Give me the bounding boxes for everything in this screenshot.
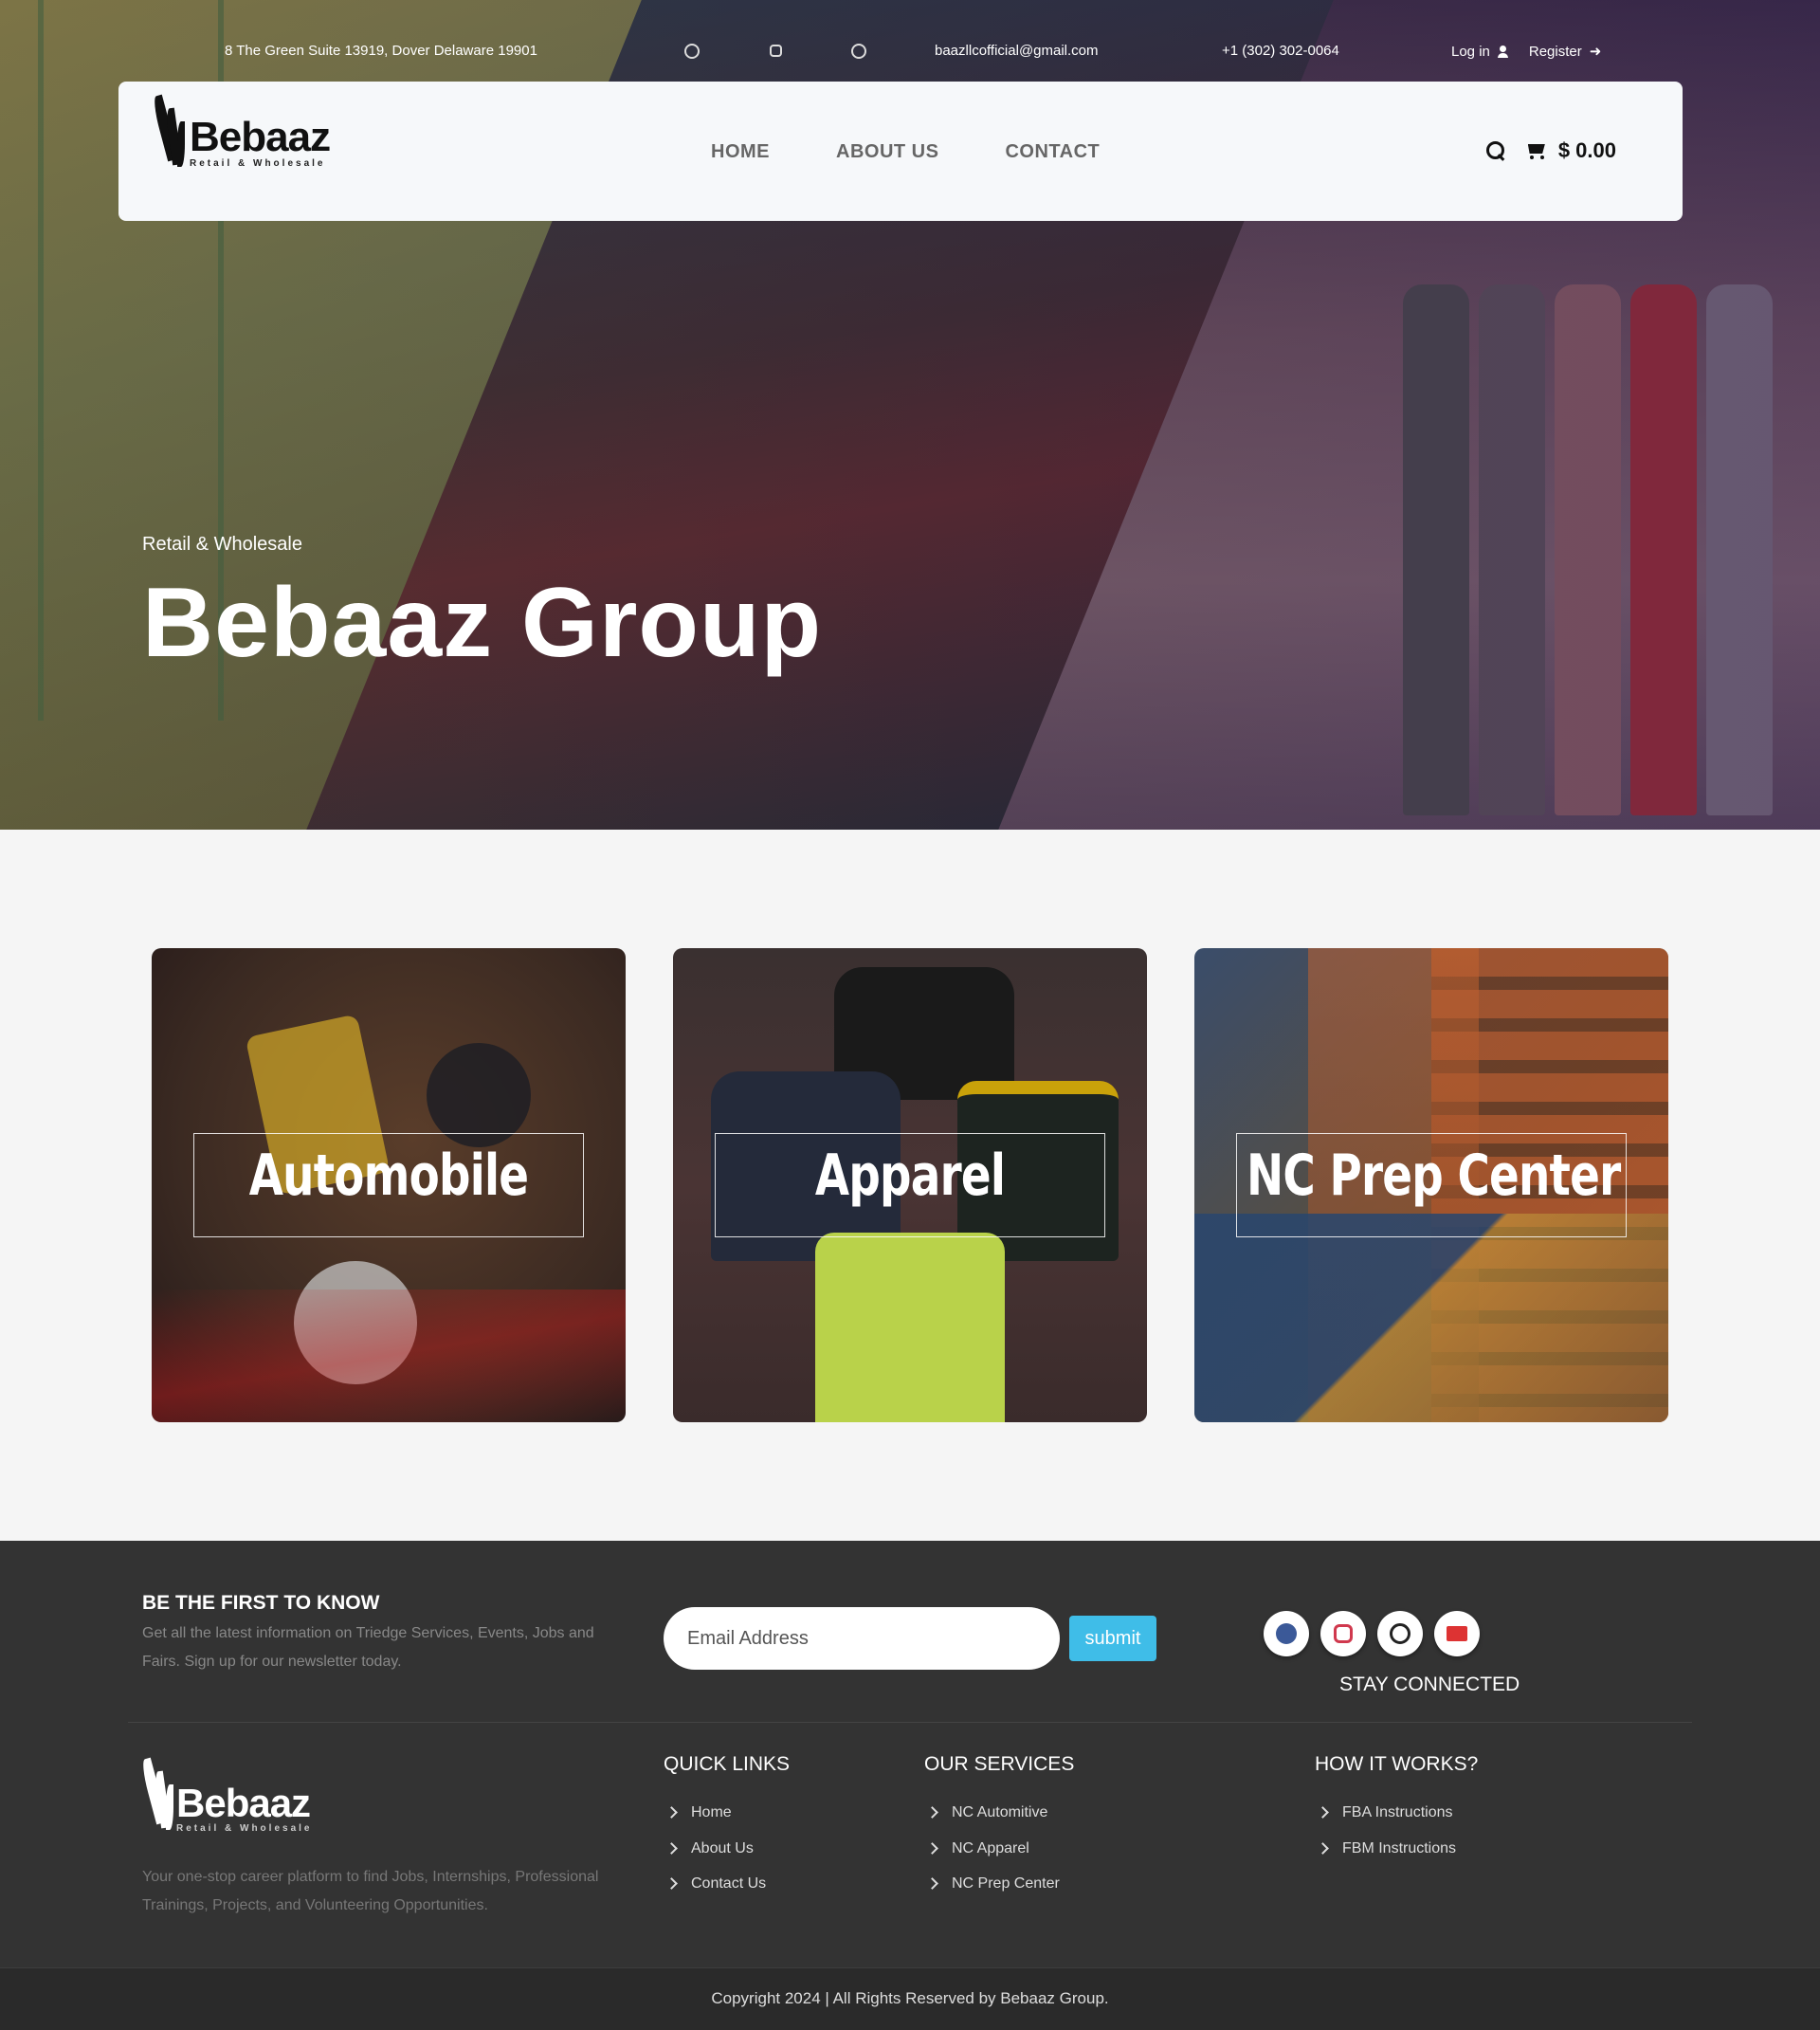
- brand-tagline: Retail & Wholesale: [190, 158, 326, 169]
- copyright-bar: Copyright 2024 | All Rights Reserved by …: [0, 1967, 1820, 2030]
- instagram-icon[interactable]: [1320, 1611, 1366, 1656]
- register-link[interactable]: Register: [1529, 44, 1582, 60]
- main-header: Bebaaz Retail & Wholesale HOME ABOUT US …: [118, 82, 1683, 221]
- search-icon[interactable]: [1485, 141, 1505, 160]
- category-card-nc-prep-center[interactable]: NC Prep Center: [1194, 948, 1668, 1422]
- newsletter-title: BE THE FIRST TO KNOW: [142, 1592, 380, 1614]
- instagram-icon[interactable]: [770, 45, 782, 57]
- chevron-right-icon: [665, 1877, 678, 1890]
- footer-brand-name: Bebaaz: [176, 1781, 311, 1825]
- wing-logo-icon: [139, 1754, 186, 1839]
- how-it-works-title: HOW IT WORKS?: [1315, 1753, 1479, 1775]
- newsletter-submit-button[interactable]: submit: [1069, 1616, 1156, 1661]
- footer-link-fba-instructions[interactable]: FBA Instructions: [1315, 1804, 1478, 1840]
- whatsapp-icon[interactable]: [1377, 1611, 1423, 1656]
- footer-link-label: About Us: [691, 1839, 754, 1856]
- main-nav: HOME ABOUT US CONTACT: [711, 141, 1100, 163]
- cart-icon[interactable]: [1524, 141, 1547, 160]
- chevron-right-icon: [926, 1877, 938, 1890]
- email-link[interactable]: baazllcofficial@gmail.com: [935, 43, 1099, 59]
- chevron-right-icon: [1317, 1841, 1329, 1855]
- footer-link-contact-us[interactable]: Contact Us: [664, 1875, 790, 1911]
- card-label: Apparel: [814, 1143, 1006, 1209]
- floor-graphic: [1194, 1214, 1668, 1422]
- newsletter-text: Get all the latest information on Triedg…: [142, 1625, 594, 1670]
- services-title: OUR SERVICES: [924, 1753, 1075, 1775]
- phone-link[interactable]: +1 (302) 302-0064: [1222, 43, 1339, 59]
- footer-brand-tagline: Retail & Wholesale: [176, 1823, 313, 1834]
- category-card-automobile[interactable]: Automobile: [152, 948, 626, 1422]
- hero-subtitle: Retail & Wholesale: [142, 534, 302, 555]
- cart-total[interactable]: $ 0.00: [1558, 138, 1616, 163]
- brand-logo[interactable]: Bebaaz Retail & Wholesale: [151, 91, 331, 176]
- facebook-icon[interactable]: [684, 44, 700, 59]
- footer-link-label: FBM Instructions: [1342, 1839, 1457, 1856]
- how-it-works-column: HOW IT WORKS? FBA Instructions FBM Instr…: [1315, 1753, 1478, 1875]
- footer-link-label: Home: [691, 1804, 732, 1820]
- category-card-apparel[interactable]: Apparel: [673, 948, 1147, 1422]
- top-info-bar: 8 The Green Suite 13919, Dover Delaware …: [0, 0, 1820, 82]
- stay-connected-label: STAY CONNECTED: [1339, 1673, 1520, 1695]
- auth-links: Log in Register ➜: [1451, 43, 1602, 61]
- quick-links-title: QUICK LINKS: [664, 1753, 791, 1775]
- polo-graphic: [815, 1233, 1005, 1422]
- footer-link-nc-apparel[interactable]: NC Apparel: [924, 1840, 1074, 1876]
- footer-link-label: Contact Us: [691, 1875, 767, 1892]
- wing-logo-icon: [151, 91, 195, 176]
- nav-about-us[interactable]: ABOUT US: [836, 141, 938, 163]
- hero-banner: 8 The Green Suite 13919, Dover Delaware …: [0, 0, 1820, 830]
- hero-title: Bebaaz Group: [142, 568, 822, 678]
- header-actions: $ 0.00: [1485, 138, 1616, 163]
- quick-links-column: QUICK LINKS Home About Us Contact Us: [664, 1753, 790, 1911]
- card-label: NC Prep Center: [1247, 1143, 1621, 1209]
- nav-home[interactable]: HOME: [711, 141, 770, 163]
- address-text: 8 The Green Suite 13919, Dover Delaware …: [225, 43, 537, 59]
- chevron-right-icon: [665, 1841, 678, 1855]
- footer-link-label: NC Automitive: [952, 1804, 1048, 1820]
- brand-name: Bebaaz: [190, 114, 331, 160]
- footer: BE THE FIRST TO KNOW Get all the latest …: [0, 1541, 1820, 1967]
- footer-link-label: FBA Instructions: [1342, 1804, 1453, 1820]
- newsletter-email-input[interactable]: [664, 1607, 1060, 1670]
- social-links: [1264, 1611, 1480, 1656]
- facebook-icon[interactable]: [1264, 1611, 1309, 1656]
- footer-divider: [128, 1722, 1692, 1723]
- filter-graphic: [427, 1043, 531, 1147]
- mail-icon[interactable]: [1434, 1611, 1480, 1656]
- nav-contact[interactable]: CONTACT: [1005, 141, 1100, 163]
- footer-link-home[interactable]: Home: [664, 1804, 790, 1840]
- footer-link-about-us[interactable]: About Us: [664, 1840, 790, 1876]
- chevron-right-icon: [1317, 1806, 1329, 1819]
- footer-link-label: NC Apparel: [952, 1839, 1029, 1856]
- footer-link-label: NC Prep Center: [952, 1875, 1060, 1892]
- chevron-right-icon: [926, 1841, 938, 1855]
- footer-about-text: Your one-stop career platform to find Jo…: [142, 1869, 599, 1913]
- copyright-text: Copyright 2024 | All Rights Reserved by …: [711, 1989, 1109, 2007]
- login-link[interactable]: Log in: [1451, 44, 1490, 60]
- login-arrow-icon[interactable]: ➜: [1590, 43, 1602, 60]
- user-icon[interactable]: [1497, 45, 1508, 58]
- footer-link-nc-prep-center[interactable]: NC Prep Center: [924, 1875, 1074, 1911]
- footer-link-fbm-instructions[interactable]: FBM Instructions: [1315, 1840, 1478, 1876]
- footer-link-nc-automitive[interactable]: NC Automitive: [924, 1804, 1074, 1840]
- services-column: OUR SERVICES NC Automitive NC Apparel NC…: [924, 1753, 1074, 1911]
- card-label: Automobile: [248, 1143, 529, 1209]
- chevron-right-icon: [665, 1806, 678, 1819]
- whatsapp-icon[interactable]: [851, 44, 866, 59]
- light-trail-graphic: [152, 1289, 626, 1422]
- footer-brand-logo[interactable]: Bebaaz Retail & Wholesale: [139, 1754, 313, 1839]
- chevron-right-icon: [926, 1806, 938, 1819]
